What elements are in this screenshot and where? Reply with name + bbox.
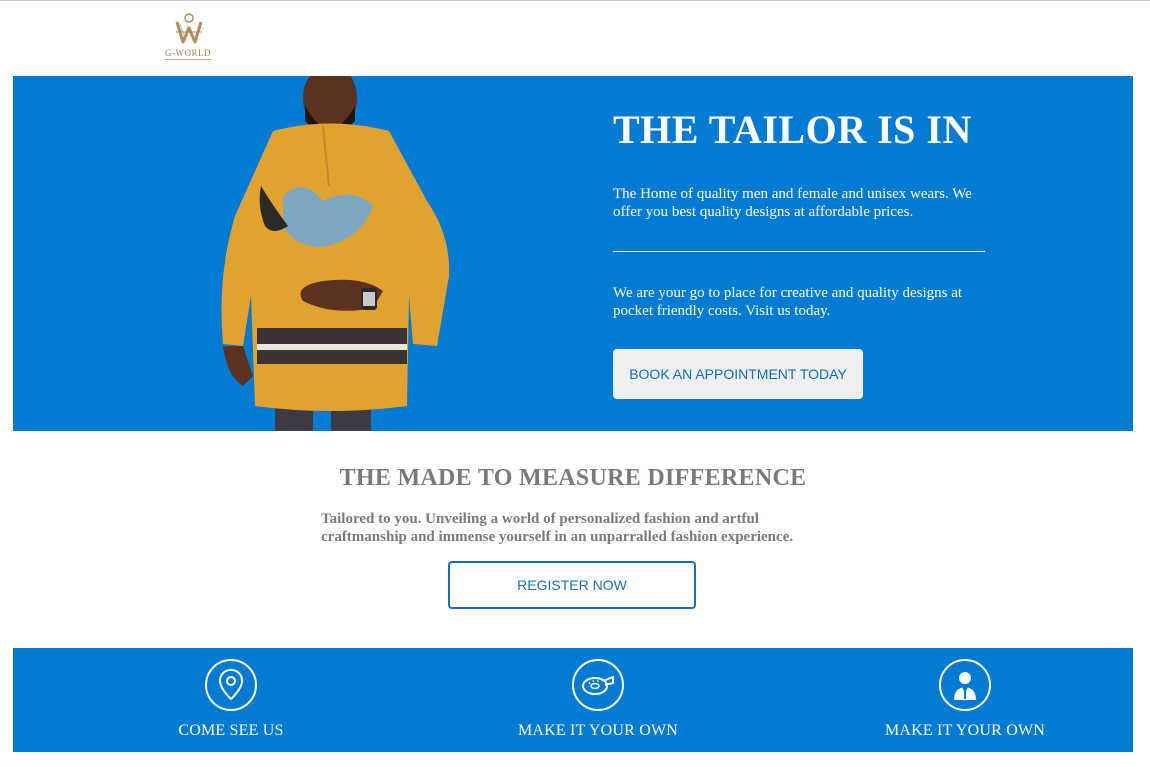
brand-logo[interactable]: G-WORLD [160, 12, 216, 62]
section-title: THE MADE TO MEASURE DIFFERENCE [339, 465, 807, 491]
logo-underline [165, 59, 211, 60]
feature-come-see-us[interactable]: COME SEE US [113, 648, 353, 752]
tailor-person-icon [939, 659, 991, 711]
hero-tagline: We are your go to place for creative and… [613, 285, 963, 319]
feature-label: MAKE IT YOUR OWN [517, 722, 679, 739]
hero-title: THE TAILOR IS IN [613, 107, 972, 152]
feature-make-it-your-own[interactable]: MAKE IT YOUR OWN [480, 648, 720, 752]
book-appointment-button[interactable]: BOOK AN APPOINTMENT TODAY [613, 349, 863, 399]
features-bar: COME SEE US MAKE IT YOUR OWN MAKE IT YOU [13, 648, 1133, 752]
location-pin-icon [205, 659, 257, 711]
register-now-button[interactable]: REGISTER NOW [448, 561, 696, 609]
section-description: Tailored to you. Unveiling a world of pe… [321, 511, 794, 545]
feature-label: COME SEE US [178, 722, 284, 739]
hero-description: The Home of quality men and female and u… [613, 186, 972, 220]
model-photo [221, 76, 450, 431]
logo-emblem-icon [175, 13, 203, 44]
logo-text: G-WORLD [165, 48, 211, 58]
hero-banner: THE TAILOR IS IN The Home of quality men… [13, 76, 1133, 431]
top-border [0, 0, 1150, 1]
hero-divider [613, 251, 985, 252]
feature-make-it-your-own-2[interactable]: MAKE IT YOUR OWN [847, 648, 1087, 752]
measuring-tape-icon [572, 659, 624, 711]
feature-label: MAKE IT YOUR OWN [884, 722, 1046, 739]
